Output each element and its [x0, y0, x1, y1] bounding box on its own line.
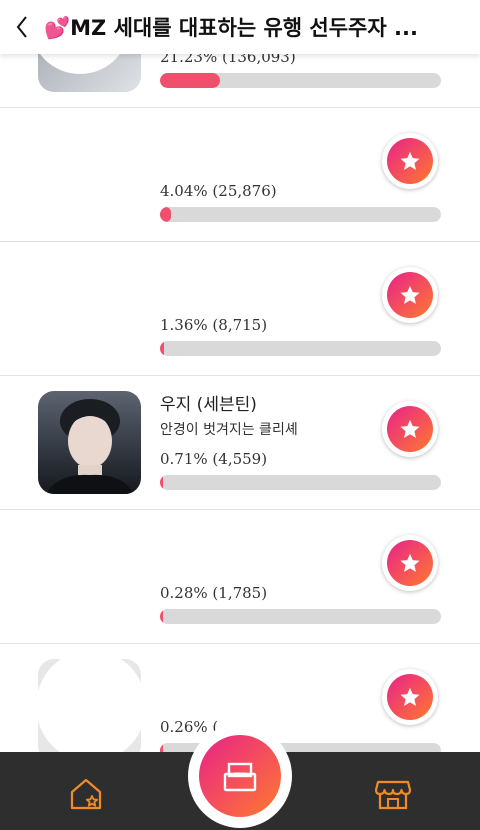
top-bar: 💕MZ 세대를 대표하는 유행 선두주자 ... [0, 0, 480, 54]
chevron-left-icon [16, 16, 27, 38]
vote-button[interactable] [382, 133, 438, 189]
list-item: 0.28% (1,785) [0, 510, 480, 644]
star-icon [400, 419, 420, 438]
list-item: 우지 (세븐틴) 안경이 벗겨지는 클리셰 0.71% (4,559) [0, 376, 480, 510]
nav-home-button[interactable] [66, 774, 106, 814]
star-icon [400, 151, 420, 170]
ballot-box-icon [223, 762, 257, 792]
vote-progress-bar [160, 341, 441, 356]
vote-progress-bar [160, 73, 441, 88]
star-icon [400, 687, 420, 706]
nav-store-button[interactable] [373, 774, 413, 814]
vote-stat: 1.36% (8,715) [160, 316, 268, 334]
candidate-photo [38, 525, 141, 628]
store-icon [374, 780, 412, 810]
list-item: 4.04% (25,876) [0, 108, 480, 242]
vote-progress-fill [160, 207, 172, 222]
star-icon [400, 553, 420, 572]
portrait-image [46, 399, 134, 494]
vote-stat: 0.28% (1,785) [160, 584, 268, 602]
candidate-list[interactable]: 21.23% (136,093) 4.04% (25,876) 1.36% (8… [0, 0, 480, 830]
vote-button[interactable] [382, 267, 438, 323]
vote-stat: 4.04% (25,876) [160, 182, 277, 200]
candidate-desc: 안경이 벗겨지는 클리셰 [160, 422, 298, 438]
star-icon [400, 285, 420, 304]
vote-progress-fill [160, 475, 164, 490]
vote-progress-fill [160, 609, 164, 624]
vote-button[interactable] [382, 669, 438, 725]
vote-progress-bar [160, 609, 441, 624]
list-item: 1.36% (8,715) [0, 242, 480, 376]
page-title: 💕MZ 세대를 대표하는 유행 선두주자 ... [44, 16, 418, 40]
candidate-photo [38, 391, 141, 494]
home-star-icon [70, 778, 102, 810]
back-button[interactable] [0, 0, 44, 54]
vote-progress-bar [160, 475, 441, 490]
vote-progress-bar [160, 207, 441, 222]
candidate-photo [38, 123, 141, 226]
vote-progress-fill [160, 73, 220, 88]
vote-button[interactable] [382, 535, 438, 591]
vote-button[interactable] [382, 401, 438, 457]
vote-center-button-ring [188, 724, 292, 828]
vote-stat: 0.71% (4,559) [160, 450, 268, 468]
candidate-photo [38, 257, 141, 360]
overlay-blob [36, 650, 146, 762]
candidate-name: 우지 (세븐틴) [160, 395, 257, 415]
vote-center-button[interactable] [199, 735, 281, 817]
vote-progress-fill [160, 341, 164, 356]
